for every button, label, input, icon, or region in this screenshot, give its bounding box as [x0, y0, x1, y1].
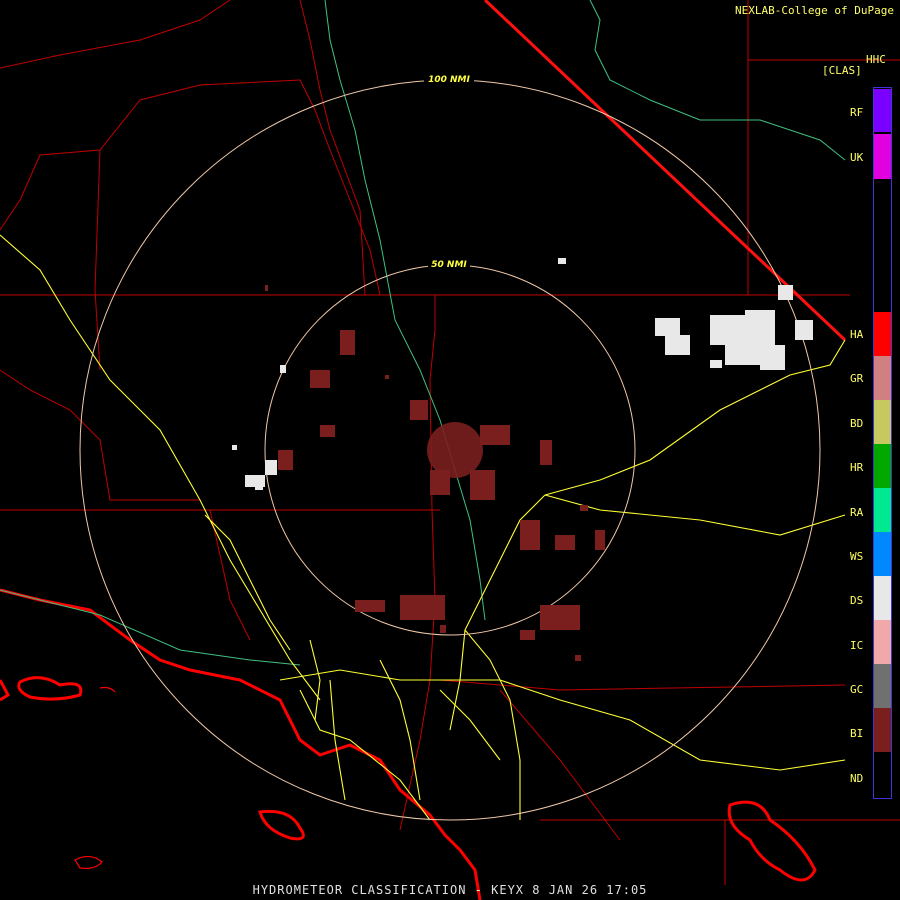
coastline: [0, 588, 817, 900]
legend-swatch-bd: [874, 400, 891, 444]
legend-swatch-nd: [874, 752, 891, 798]
legend-swatch-ws: [874, 532, 891, 576]
legend-label-ds: DS: [850, 594, 864, 607]
legend-label-gr: GR: [850, 372, 864, 385]
legend-label-bi: BI: [850, 727, 864, 740]
legend-label-rf: RF: [850, 106, 864, 119]
small-islands: [74, 686, 116, 869]
legend-swatch-ha: [874, 312, 891, 356]
echo-biological: [265, 285, 605, 661]
legend-label-uk: UK: [850, 151, 864, 164]
legend-label-hr: HR: [850, 461, 864, 474]
legend-label-bd: BD: [850, 417, 864, 430]
ring-label-50: 50 NMI: [431, 260, 467, 270]
legend-swatch-ic: [874, 620, 891, 664]
legend-swatch-gr: [874, 356, 891, 400]
legend-label-ha: HA: [850, 328, 864, 341]
legend-color-bar: [873, 87, 892, 799]
legend-swatch-rf: [874, 89, 891, 132]
ring-label-100: 100 NMI: [428, 75, 470, 85]
legend-swatch-gc: [874, 664, 891, 708]
legend-swatch-ds: [874, 576, 891, 620]
legend-swatch-uk: [874, 134, 891, 179]
product-short-name: [CLAS]: [822, 64, 862, 77]
product-title: HYDROMETEOR CLASSIFICATION - KEYX 8 JAN …: [252, 883, 648, 897]
credit-label: NEXLAB-College of DuPage: [735, 4, 894, 17]
radar-map-view: 100 NMI 50 NMI NEXLAB-College of DuPage …: [0, 0, 900, 900]
radar-map-canvas: 100 NMI 50 NMI: [0, 0, 900, 900]
legend-swatch-bi: [874, 708, 891, 752]
legend-label-nd: ND: [850, 772, 864, 785]
product-code: HHC: [866, 53, 886, 66]
legend-label-ws: WS: [850, 550, 864, 563]
legend-label-ra: RA: [850, 506, 864, 519]
legend-swatch-hr: [874, 444, 891, 488]
legend-swatch-ra: [874, 488, 891, 532]
legend-label-gc: GC: [850, 683, 864, 696]
legend-label-ic: IC: [850, 639, 864, 652]
